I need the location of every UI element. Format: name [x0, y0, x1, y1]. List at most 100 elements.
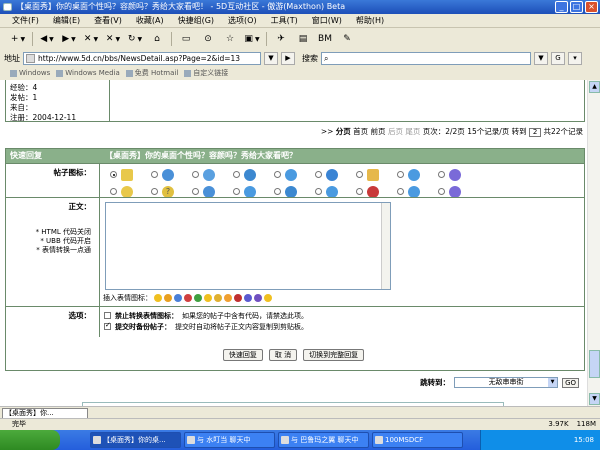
- pager-first[interactable]: 首页: [353, 127, 368, 136]
- full-reply-button[interactable]: 切换到完整回复: [303, 349, 365, 361]
- smile-emote-icon[interactable]: [154, 294, 162, 302]
- textarea-scrollbar[interactable]: [381, 203, 390, 289]
- address-input[interactable]: http://www.5d.cn/bbs/NewsDetail.asp?Page…: [23, 51, 261, 65]
- minimize-button[interactable]: _: [555, 1, 568, 13]
- quick-reply-form: 快速回复 【桌面秀】你的桌面个性吗？容颜吗？秀给大家看吧？ 帖子图标： ? 正文…: [5, 148, 585, 371]
- scroll-down-icon[interactable]: ▼: [589, 393, 600, 405]
- angry-emote-icon[interactable]: [184, 294, 192, 302]
- task-folder[interactable]: 100MSDCF: [372, 432, 463, 448]
- address-dropdown[interactable]: ▼: [264, 51, 278, 65]
- menu-edit[interactable]: 编辑(E): [47, 15, 86, 26]
- groups-button[interactable]: ▭: [176, 31, 196, 47]
- icon-radio-15[interactable]: [315, 188, 322, 195]
- menu-options[interactable]: 选项(O): [222, 15, 263, 26]
- icon-radio-18[interactable]: [438, 188, 445, 195]
- title-bar: 【桌面秀】你的桌面个性吗？容颜吗？秀给大家看吧！ - 5D互动社区 - 傲游(M…: [0, 0, 600, 14]
- menu-file[interactable]: 文件(F): [6, 15, 45, 26]
- scroll-thumb[interactable]: [589, 350, 600, 378]
- forward-button[interactable]: ▶ ▼: [59, 31, 79, 47]
- menu-groups[interactable]: 快捷组(G): [172, 15, 220, 26]
- sad-emote-icon[interactable]: [174, 294, 182, 302]
- cool-emote-icon[interactable]: [214, 294, 222, 302]
- go-button[interactable]: ▶: [281, 51, 295, 65]
- devil-emote-icon[interactable]: [254, 294, 262, 302]
- icon-radio-3[interactable]: [192, 171, 199, 178]
- icon-radio-5[interactable]: [274, 171, 281, 178]
- window-title: 【桌面秀】你的桌面个性吗？容颜吗？秀给大家看吧！ - 5D互动社区 - 傲游(M…: [16, 2, 346, 11]
- cancel-button[interactable]: 取 消: [268, 349, 298, 361]
- icon-radio-10[interactable]: [110, 188, 117, 195]
- icon-radio-7[interactable]: [356, 171, 363, 178]
- icon-radio-13[interactable]: [233, 188, 240, 195]
- icon-radio-2[interactable]: [151, 171, 158, 178]
- home-button[interactable]: ⌂: [147, 31, 167, 47]
- icon-radio-11[interactable]: [151, 188, 158, 195]
- refresh-button[interactable]: ↻ ▼: [125, 31, 145, 47]
- maximize-button[interactable]: □: [570, 1, 583, 13]
- icon-radio-14[interactable]: [274, 188, 281, 195]
- forum-jump-select[interactable]: 无敌串串街 ▼: [454, 377, 559, 388]
- jump-go-button[interactable]: GO: [562, 377, 579, 388]
- backup-post-checkbox[interactable]: [104, 321, 111, 330]
- proxy-button[interactable]: ✈: [271, 31, 291, 47]
- menu-help[interactable]: 帮助(H): [350, 15, 390, 26]
- message-textarea[interactable]: [105, 202, 391, 290]
- user-info-panel: 经验：4 发帖：1 来自： 注册：2004-12-11: [5, 80, 585, 122]
- stop-button[interactable]: ✕ ▼: [103, 31, 123, 47]
- icon-radio-4[interactable]: [233, 171, 240, 178]
- laugh-emote-icon[interactable]: [224, 294, 232, 302]
- task-chat-2[interactable]: 与 巴鲁玛之翼 聊天中: [278, 432, 369, 448]
- favorites-button[interactable]: ☆: [220, 31, 240, 47]
- start-button[interactable]: [0, 430, 60, 450]
- icon-radio-9[interactable]: [438, 171, 445, 178]
- sleep-emote-icon[interactable]: [264, 294, 272, 302]
- address-bar: 地址 http://www.5d.cn/bbs/NewsDetail.asp?P…: [0, 50, 600, 66]
- search-dropdown[interactable]: ▼: [534, 51, 548, 65]
- search-input[interactable]: ⌕: [321, 51, 531, 65]
- popup-button[interactable]: ▤: [293, 31, 313, 47]
- note-emote[interactable]: * 表情转换一点通: [36, 246, 91, 255]
- link-windows-media[interactable]: Windows Media: [56, 69, 120, 77]
- back-button[interactable]: ◀ ▼: [37, 31, 57, 47]
- stop-all-button[interactable]: ✕ ▼: [81, 31, 101, 47]
- icon-radio-8[interactable]: [397, 171, 404, 178]
- pager-total: 共22个记录: [543, 127, 583, 136]
- grin-emote-icon[interactable]: [164, 294, 172, 302]
- print-button[interactable]: ▣ ▼: [242, 31, 262, 47]
- menu-favorites[interactable]: 收藏(A): [130, 15, 170, 26]
- print-icon: ▣: [244, 34, 253, 44]
- link-hotmail[interactable]: 免费 Hotmail: [125, 68, 178, 78]
- disable-emote-checkbox[interactable]: [104, 312, 111, 319]
- shock-emote-icon[interactable]: [244, 294, 252, 302]
- pager-page-select[interactable]: 2: [529, 127, 542, 137]
- menu-tools[interactable]: 工具(T): [265, 15, 304, 26]
- page-scrollbar[interactable]: ▲ ▼: [587, 80, 600, 406]
- link-windows[interactable]: Windows: [10, 69, 50, 77]
- mad-emote-icon[interactable]: [234, 294, 242, 302]
- link-custom[interactable]: 自定义链接: [184, 68, 228, 78]
- opt2-desc: 提交时自动将帖子正文内容复制到剪贴板。: [175, 322, 308, 331]
- history-button[interactable]: ⊙: [198, 31, 218, 47]
- icon-radio-17[interactable]: [397, 188, 404, 195]
- search-engine-button[interactable]: G: [551, 51, 565, 65]
- bm-button[interactable]: BM: [315, 31, 335, 47]
- menu-view[interactable]: 查看(V): [88, 15, 128, 26]
- new-tab-button[interactable]: + ▼: [8, 31, 28, 47]
- icon-radio-1[interactable]: [110, 171, 117, 178]
- wink-emote-icon[interactable]: [204, 294, 212, 302]
- task-chat-1[interactable]: 与 水叮当 聊天中: [184, 432, 275, 448]
- close-button[interactable]: ×: [585, 1, 598, 13]
- icon-radio-6[interactable]: [315, 171, 322, 178]
- icon-radio-12[interactable]: [192, 188, 199, 195]
- pager-goto: 转到: [511, 127, 527, 136]
- scroll-up-icon[interactable]: ▲: [589, 81, 600, 93]
- icon-radio-16[interactable]: [356, 188, 363, 195]
- pager-prev[interactable]: 前页: [371, 127, 386, 136]
- quick-reply-button[interactable]: 快速回复: [222, 349, 263, 361]
- task-browser[interactable]: 【桌面秀】你的桌...: [90, 432, 181, 448]
- tools-button[interactable]: ✎: [337, 31, 357, 47]
- note-ubb: * UBB 代码开启: [40, 237, 91, 245]
- menu-window[interactable]: 窗口(W): [306, 15, 348, 26]
- search-options-button[interactable]: ▾: [568, 51, 582, 65]
- sick-emote-icon[interactable]: [194, 294, 202, 302]
